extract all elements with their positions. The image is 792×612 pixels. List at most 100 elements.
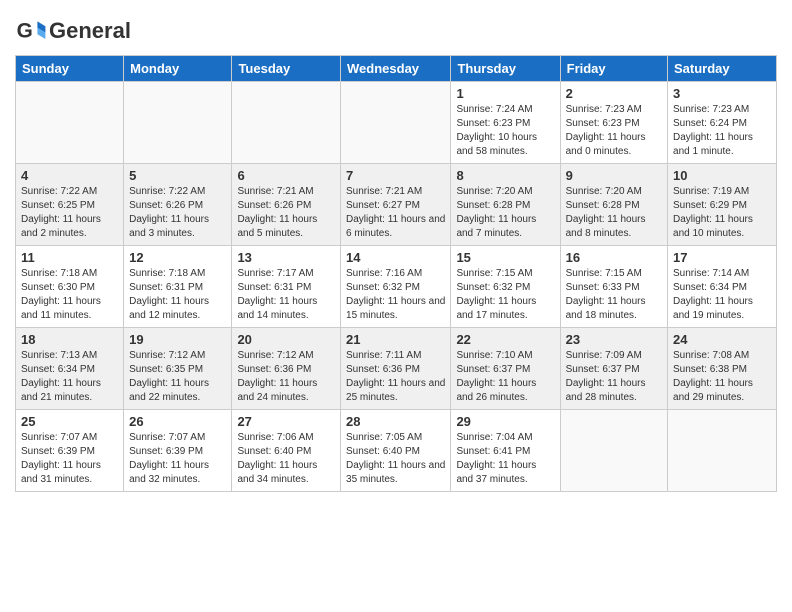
day-info: Sunrise: 7:07 AMSunset: 6:39 PMDaylight:…: [21, 431, 118, 487]
calendar-cell: 25 Sunrise: 7:07 AMSunset: 6:39 PMDayligh…: [16, 410, 124, 492]
day-header-saturday: Saturday: [668, 56, 777, 82]
day-info: Sunrise: 7:23 AMSunset: 6:24 PMDaylight:…: [673, 103, 771, 159]
day-number: 1: [456, 86, 554, 101]
day-number: 25: [21, 414, 118, 429]
day-info: Sunrise: 7:13 AMSunset: 6:34 PMDaylight:…: [21, 349, 118, 405]
day-info: Sunrise: 7:07 AMSunset: 6:39 PMDaylight:…: [129, 431, 226, 487]
calendar-cell: [341, 82, 451, 164]
day-number: 9: [566, 168, 662, 183]
day-number: 22: [456, 332, 554, 347]
calendar-cell: 18 Sunrise: 7:13 AMSunset: 6:34 PMDayligh…: [16, 328, 124, 410]
calendar-cell: 22 Sunrise: 7:10 AMSunset: 6:37 PMDayligh…: [451, 328, 560, 410]
calendar-week-2: 11 Sunrise: 7:18 AMSunset: 6:30 PMDayligh…: [16, 246, 777, 328]
day-number: 29: [456, 414, 554, 429]
day-info: Sunrise: 7:10 AMSunset: 6:37 PMDaylight:…: [456, 349, 554, 405]
day-info: Sunrise: 7:24 AMSunset: 6:23 PMDaylight:…: [456, 103, 554, 159]
logo: G General: [15, 15, 131, 47]
calendar-cell: 20 Sunrise: 7:12 AMSunset: 6:36 PMDayligh…: [232, 328, 341, 410]
day-number: 10: [673, 168, 771, 183]
logo-text: General: [49, 19, 131, 43]
day-header-thursday: Thursday: [451, 56, 560, 82]
day-info: Sunrise: 7:21 AMSunset: 6:27 PMDaylight:…: [346, 185, 445, 241]
day-info: Sunrise: 7:16 AMSunset: 6:32 PMDaylight:…: [346, 267, 445, 323]
day-info: Sunrise: 7:09 AMSunset: 6:37 PMDaylight:…: [566, 349, 662, 405]
day-info: Sunrise: 7:20 AMSunset: 6:28 PMDaylight:…: [566, 185, 662, 241]
day-number: 26: [129, 414, 226, 429]
day-info: Sunrise: 7:11 AMSunset: 6:36 PMDaylight:…: [346, 349, 445, 405]
day-info: Sunrise: 7:12 AMSunset: 6:35 PMDaylight:…: [129, 349, 226, 405]
day-number: 4: [21, 168, 118, 183]
day-number: 14: [346, 250, 445, 265]
calendar-cell: [232, 82, 341, 164]
day-info: Sunrise: 7:17 AMSunset: 6:31 PMDaylight:…: [237, 267, 335, 323]
calendar-cell: 14 Sunrise: 7:16 AMSunset: 6:32 PMDayligh…: [341, 246, 451, 328]
day-number: 27: [237, 414, 335, 429]
day-info: Sunrise: 7:23 AMSunset: 6:23 PMDaylight:…: [566, 103, 662, 159]
day-number: 16: [566, 250, 662, 265]
day-info: Sunrise: 7:12 AMSunset: 6:36 PMDaylight:…: [237, 349, 335, 405]
logo-icon: G: [15, 15, 47, 47]
page: G General SundayMondayTuesdayWednesdayTh…: [0, 0, 792, 612]
calendar-cell: 6 Sunrise: 7:21 AMSunset: 6:26 PMDaylight…: [232, 164, 341, 246]
calendar-cell: 2Sunrise: 7:23 AMSunset: 6:23 PMDaylight…: [560, 82, 667, 164]
day-header-wednesday: Wednesday: [341, 56, 451, 82]
day-number: 13: [237, 250, 335, 265]
day-number: 21: [346, 332, 445, 347]
calendar-cell: 10Sunrise: 7:19 AMSunset: 6:29 PMDayligh…: [668, 164, 777, 246]
calendar-cell: 17Sunrise: 7:14 AMSunset: 6:34 PMDayligh…: [668, 246, 777, 328]
calendar-cell: 24Sunrise: 7:08 AMSunset: 6:38 PMDayligh…: [668, 328, 777, 410]
calendar-cell: 9 Sunrise: 7:20 AMSunset: 6:28 PMDaylight…: [560, 164, 667, 246]
calendar-cell: 27 Sunrise: 7:06 AMSunset: 6:40 PMDayligh…: [232, 410, 341, 492]
day-number: 8: [456, 168, 554, 183]
day-number: 28: [346, 414, 445, 429]
day-number: 12: [129, 250, 226, 265]
day-header-tuesday: Tuesday: [232, 56, 341, 82]
day-info: Sunrise: 7:18 AMSunset: 6:30 PMDaylight:…: [21, 267, 118, 323]
day-number: 19: [129, 332, 226, 347]
day-number: 15: [456, 250, 554, 265]
calendar-cell: [16, 82, 124, 164]
calendar-header-row: SundayMondayTuesdayWednesdayThursdayFrid…: [16, 56, 777, 82]
day-info: Sunrise: 7:21 AMSunset: 6:26 PMDaylight:…: [237, 185, 335, 241]
day-number: 6: [237, 168, 335, 183]
day-info: Sunrise: 7:05 AMSunset: 6:40 PMDaylight:…: [346, 431, 445, 487]
calendar-cell: 11 Sunrise: 7:18 AMSunset: 6:30 PMDayligh…: [16, 246, 124, 328]
day-number: 18: [21, 332, 118, 347]
calendar-cell: [124, 82, 232, 164]
header: G General: [15, 10, 777, 47]
calendar-cell: [668, 410, 777, 492]
day-number: 7: [346, 168, 445, 183]
day-number: 11: [21, 250, 118, 265]
day-header-friday: Friday: [560, 56, 667, 82]
day-info: Sunrise: 7:20 AMSunset: 6:28 PMDaylight:…: [456, 185, 554, 241]
day-number: 5: [129, 168, 226, 183]
day-number: 17: [673, 250, 771, 265]
calendar-cell: 19 Sunrise: 7:12 AMSunset: 6:35 PMDayligh…: [124, 328, 232, 410]
calendar-week-1: 4 Sunrise: 7:22 AMSunset: 6:25 PMDaylight…: [16, 164, 777, 246]
day-info: Sunrise: 7:15 AMSunset: 6:33 PMDaylight:…: [566, 267, 662, 323]
calendar-cell: 3 Sunrise: 7:23 AMSunset: 6:24 PMDaylight…: [668, 82, 777, 164]
day-number: 23: [566, 332, 662, 347]
calendar-cell: 8 Sunrise: 7:20 AMSunset: 6:28 PMDaylight…: [451, 164, 560, 246]
svg-text:G: G: [17, 19, 33, 42]
day-info: Sunrise: 7:22 AMSunset: 6:25 PMDaylight:…: [21, 185, 118, 241]
calendar-cell: [560, 410, 667, 492]
calendar-cell: 23 Sunrise: 7:09 AMSunset: 6:37 PMDayligh…: [560, 328, 667, 410]
calendar-cell: 26 Sunrise: 7:07 AMSunset: 6:39 PMDayligh…: [124, 410, 232, 492]
day-info: Sunrise: 7:06 AMSunset: 6:40 PMDaylight:…: [237, 431, 335, 487]
calendar-cell: 4 Sunrise: 7:22 AMSunset: 6:25 PMDaylight…: [16, 164, 124, 246]
calendar-cell: 5 Sunrise: 7:22 AMSunset: 6:26 PMDaylight…: [124, 164, 232, 246]
day-header-monday: Monday: [124, 56, 232, 82]
day-number: 3: [673, 86, 771, 101]
calendar-cell: 28 Sunrise: 7:05 AMSunset: 6:40 PMDayligh…: [341, 410, 451, 492]
day-info: Sunrise: 7:15 AMSunset: 6:32 PMDaylight:…: [456, 267, 554, 323]
calendar-week-3: 18 Sunrise: 7:13 AMSunset: 6:34 PMDayligh…: [16, 328, 777, 410]
day-number: 20: [237, 332, 335, 347]
day-info: Sunrise: 7:18 AMSunset: 6:31 PMDaylight:…: [129, 267, 226, 323]
calendar-cell: 21 Sunrise: 7:11 AMSunset: 6:36 PMDayligh…: [341, 328, 451, 410]
day-info: Sunrise: 7:04 AMSunset: 6:41 PMDaylight:…: [456, 431, 554, 487]
calendar-week-4: 25 Sunrise: 7:07 AMSunset: 6:39 PMDayligh…: [16, 410, 777, 492]
calendar-cell: 1 Sunrise: 7:24 AMSunset: 6:23 PMDaylight…: [451, 82, 560, 164]
day-header-sunday: Sunday: [16, 56, 124, 82]
day-info: Sunrise: 7:22 AMSunset: 6:26 PMDaylight:…: [129, 185, 226, 241]
